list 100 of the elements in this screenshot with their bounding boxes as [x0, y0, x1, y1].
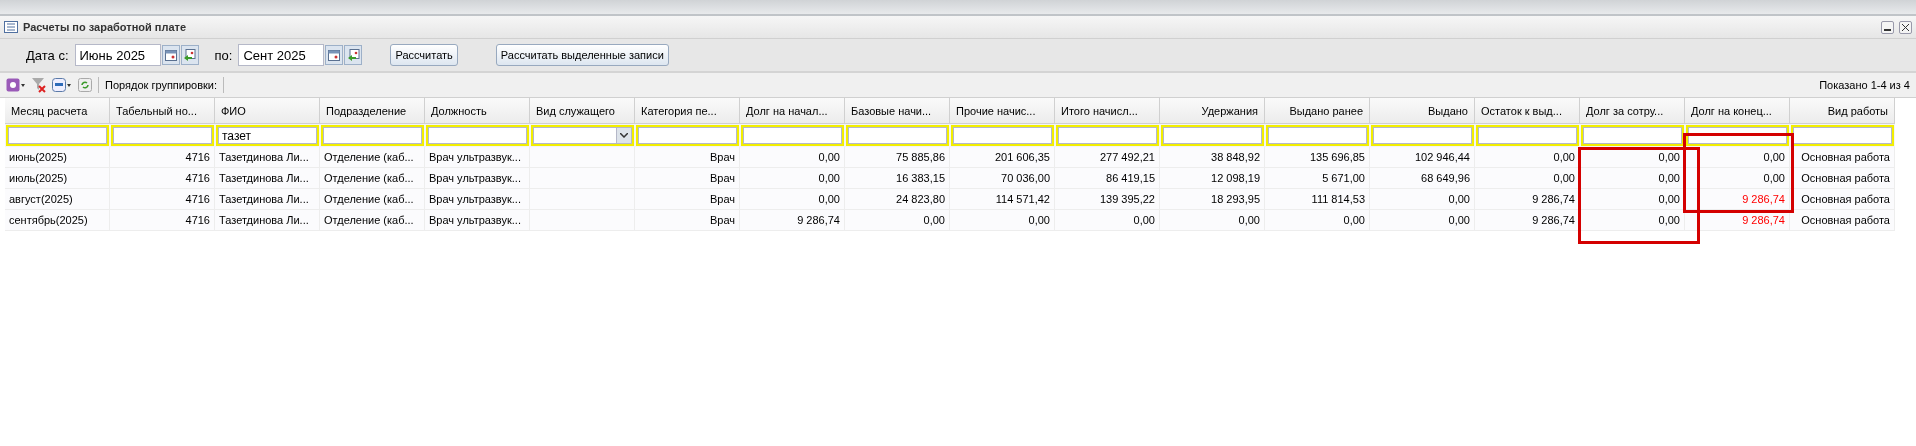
clear-filter-icon[interactable] — [32, 77, 46, 93]
table-cell: Отделение (каб... — [320, 147, 425, 168]
filter-select[interactable] — [531, 125, 634, 146]
filter-field[interactable] — [846, 125, 949, 146]
table-cell: Врач — [635, 147, 740, 168]
column-header[interactable]: Базовые начи... — [845, 98, 950, 124]
table-cell: Тазетдинова Ли... — [215, 147, 320, 168]
table-cell: 0,00 — [740, 189, 845, 210]
column-header[interactable]: Долг за сотру... — [1580, 98, 1685, 124]
list-icon — [4, 21, 18, 33]
filter-field[interactable] — [951, 125, 1054, 146]
table-cell: 0,00 — [1265, 210, 1370, 231]
column-header[interactable]: Табельный но... — [110, 98, 215, 124]
table-cell: 0,00 — [1055, 210, 1160, 231]
table-cell: Врач ультразвук... — [425, 147, 530, 168]
table-cell: август(2025) — [5, 189, 110, 210]
table-cell: 70 036,00 — [950, 168, 1055, 189]
filter-field[interactable] — [1581, 125, 1684, 146]
table-cell: 9 286,74 — [1475, 189, 1580, 210]
filter-field[interactable] — [1476, 125, 1579, 146]
print-dropdown-icon[interactable] — [52, 78, 72, 92]
column-header[interactable]: Месяц расчета — [5, 98, 110, 124]
table-cell: Врач — [635, 168, 740, 189]
column-header[interactable]: Категория пе... — [635, 98, 740, 124]
table-cell: 18 293,95 — [1160, 189, 1265, 210]
column-header[interactable]: Долг на конец... — [1685, 98, 1790, 124]
window-title: Расчеты по заработной плате — [23, 21, 188, 33]
calculate-button[interactable]: Рассчитать выделенные записи — [495, 44, 669, 66]
filter-field[interactable] — [426, 125, 529, 146]
close-icon — [1902, 23, 1909, 31]
chevron-down-icon — [620, 133, 628, 138]
column-header[interactable]: Подразделение — [320, 98, 425, 124]
table-cell: 24 823,80 — [845, 189, 950, 210]
table-cell: 4716 — [110, 189, 215, 210]
table-cell: Основная работа — [1790, 168, 1895, 189]
filter-field[interactable] — [1791, 125, 1894, 146]
table-cell: 139 395,22 — [1055, 189, 1160, 210]
refresh-icon[interactable] — [78, 78, 92, 92]
table-cell: 0,00 — [1685, 147, 1790, 168]
date-from-label: Дата с: — [26, 47, 69, 63]
pager-text: Показано 1-4 из 4 — [1819, 79, 1910, 91]
close-button[interactable] — [1899, 20, 1912, 34]
table-cell: Врач — [635, 189, 740, 210]
table-cell: Отделение (каб... — [320, 168, 425, 189]
gear-dropdown-icon[interactable] — [6, 78, 26, 92]
column-header[interactable]: Удержания — [1160, 98, 1265, 124]
filter-field[interactable] — [1056, 125, 1159, 146]
table-cell: 9 286,74 — [1685, 189, 1790, 210]
table-cell: Врач — [635, 210, 740, 231]
column-header[interactable]: ФИО — [215, 98, 320, 124]
calendar-reset-button[interactable] — [180, 45, 199, 65]
minimize-button[interactable] — [1881, 20, 1894, 34]
table-cell: сентябрь(2025) — [5, 210, 110, 231]
filter-field[interactable] — [1161, 125, 1264, 146]
table-cell: Тазетдинова Ли... — [215, 168, 320, 189]
filter-field[interactable] — [1266, 125, 1369, 146]
column-header[interactable]: Прочие начис... — [950, 98, 1055, 124]
table-cell: Врач ультразвук... — [425, 210, 530, 231]
table-cell: 4716 — [110, 147, 215, 168]
table-cell: 201 606,35 — [950, 147, 1055, 168]
column-header[interactable]: Долг на начал... — [740, 98, 845, 124]
table-cell: 111 814,53 — [1265, 189, 1370, 210]
table-cell: 0,00 — [1370, 210, 1475, 231]
table-cell: 12 098,19 — [1160, 168, 1265, 189]
table-cell: Отделение (каб... — [320, 210, 425, 231]
column-header[interactable]: Выдано ранее — [1265, 98, 1370, 124]
calculate-button[interactable]: Рассчитать — [390, 44, 458, 66]
date-from-field[interactable]: Июнь 2025 — [74, 44, 161, 66]
filter-field[interactable]: тазет — [216, 125, 319, 146]
filter-field[interactable] — [741, 125, 844, 146]
column-header[interactable]: Остаток к выд... — [1475, 98, 1580, 124]
column-header[interactable]: Вид работы — [1790, 98, 1895, 124]
column-header[interactable]: Итого начисл... — [1055, 98, 1160, 124]
table-cell: Основная работа — [1790, 189, 1895, 210]
table-cell: 0,00 — [740, 168, 845, 189]
filter-field[interactable] — [6, 125, 109, 146]
filter-field[interactable] — [636, 125, 739, 146]
column-header[interactable]: Вид служащего — [530, 98, 635, 124]
table-cell: 4716 — [110, 210, 215, 231]
table-cell: 9 286,74 — [1475, 210, 1580, 231]
table-cell: Основная работа — [1790, 147, 1895, 168]
filter-field[interactable] — [1371, 125, 1474, 146]
table-cell: 0,00 — [1685, 168, 1790, 189]
table-cell: Тазетдинова Ли... — [215, 210, 320, 231]
column-header[interactable]: Должность — [425, 98, 530, 124]
calendar-button[interactable] — [161, 45, 180, 65]
filter-field[interactable] — [321, 125, 424, 146]
date-to-field[interactable]: Сент 2025 — [238, 44, 325, 66]
table-cell: Основная работа — [1790, 210, 1895, 231]
filter-field[interactable] — [111, 125, 214, 146]
table-cell: 0,00 — [1475, 147, 1580, 168]
calendar-icon — [164, 49, 177, 61]
column-header[interactable]: Выдано — [1370, 98, 1475, 124]
table-cell: 0,00 — [1370, 189, 1475, 210]
calendar-reset-button[interactable] — [344, 45, 363, 65]
table-cell: 0,00 — [1580, 168, 1685, 189]
table-cell: 0,00 — [845, 210, 950, 231]
table-cell: 0,00 — [740, 147, 845, 168]
table-cell: 4716 — [110, 168, 215, 189]
calendar-button[interactable] — [325, 45, 344, 65]
